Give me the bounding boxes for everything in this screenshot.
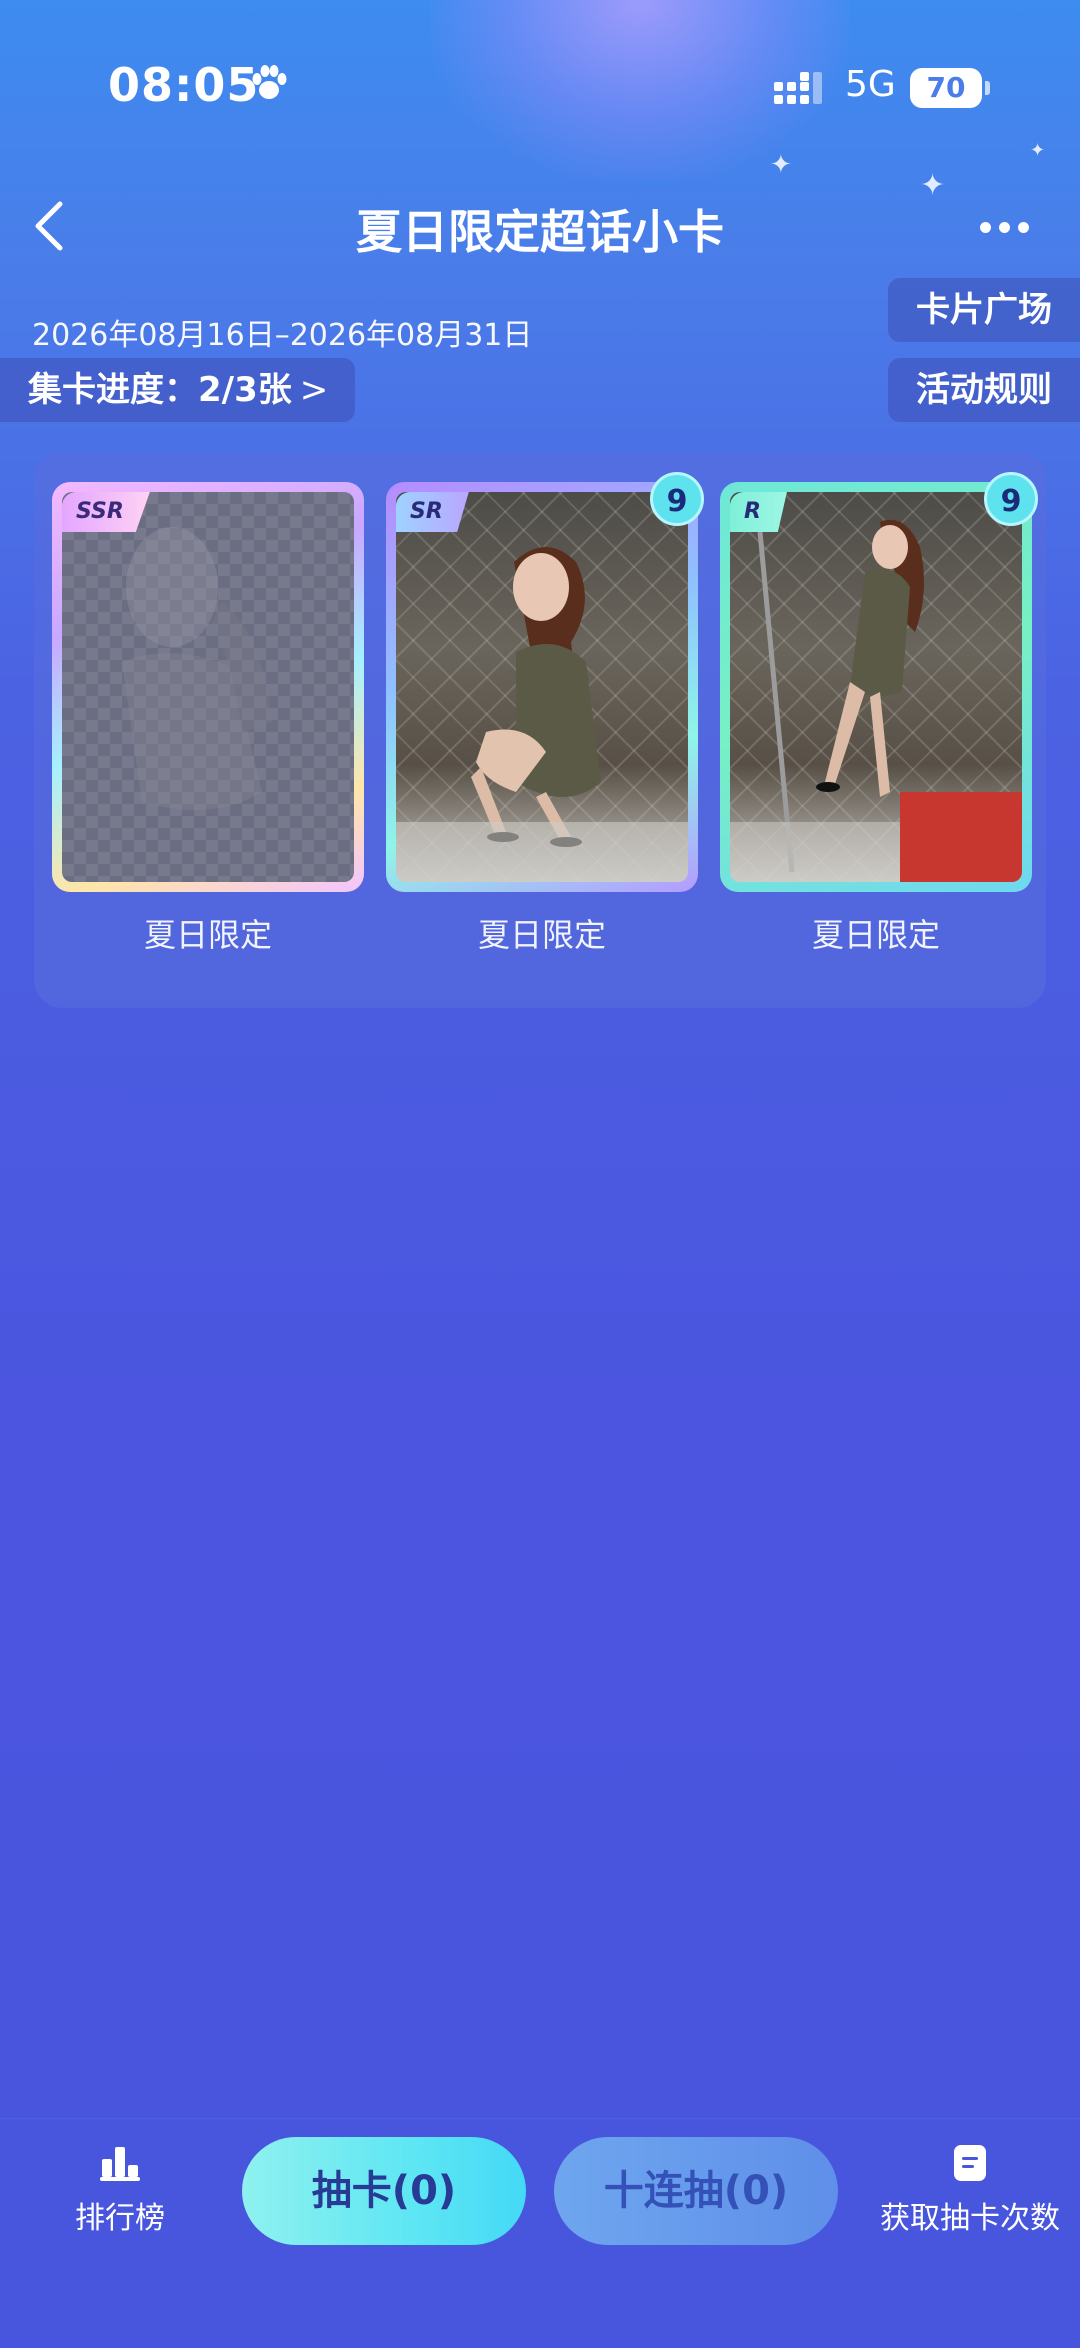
more-dot-icon [980, 221, 991, 233]
more-dot-icon [999, 221, 1010, 233]
page-title: 夏日限定超话小卡 [356, 205, 724, 259]
get-draws-button[interactable]: 获取抽卡次数 [868, 2143, 1072, 2253]
rarity-badge: SSR [62, 492, 150, 532]
ranking-icon [100, 2147, 140, 2181]
card-collection-panel: SSR 夏日限定 SR 9 夏日限定 R 9 夏日限定 [34, 452, 1046, 1008]
ranking-button[interactable]: 排行榜 [60, 2143, 180, 2253]
more-dot-icon [1018, 221, 1029, 233]
card-image: R [730, 492, 1022, 882]
paw-icon [252, 65, 287, 99]
card-image: SR [396, 492, 688, 882]
event-date-range: 2026年08月16日–2026年08月31日 [32, 318, 533, 353]
get-draws-label: 获取抽卡次数 [880, 2201, 1060, 2236]
draw-ten-button[interactable]: 十连抽(0) [554, 2137, 838, 2245]
card-r[interactable]: R 9 [720, 472, 1038, 892]
card-count-badge: 9 [650, 472, 704, 526]
card-count-badge: 9 [984, 472, 1038, 526]
collection-progress-label: 集卡进度：2/3张 [28, 370, 292, 410]
card-square-button[interactable]: 卡片广场 [888, 278, 1080, 342]
more-button[interactable] [980, 212, 1040, 242]
draw-card-button[interactable]: 抽卡(0) [242, 2137, 526, 2245]
ranking-label: 排行榜 [75, 2201, 165, 2236]
rules-button[interactable]: 活动规则 [888, 358, 1080, 422]
card-image-locked: SSR [62, 492, 354, 882]
status-time: 08:05 [108, 58, 260, 112]
rarity-badge: R [730, 492, 787, 532]
collection-progress-button[interactable]: 集卡进度：2/3张 > [0, 358, 355, 422]
rarity-badge: SR [396, 492, 469, 532]
card-label: 夏日限定 [477, 916, 606, 954]
document-icon [954, 2145, 986, 2181]
card-ssr[interactable]: SSR [52, 482, 364, 892]
network-type: 5G [845, 64, 896, 105]
battery-icon: 70 [910, 68, 990, 108]
card-label: 夏日限定 [143, 916, 272, 954]
card-sr[interactable]: SR 9 [386, 472, 704, 892]
card-label: 夏日限定 [811, 916, 940, 954]
bottom-action-bar: 排行榜 抽卡(0) 十连抽(0) 获取抽卡次数 [0, 2118, 1080, 2348]
chevron-right-icon: > [299, 370, 329, 410]
signal-icon [774, 72, 822, 104]
status-bar: 08:05 5G 70 [0, 0, 1080, 180]
